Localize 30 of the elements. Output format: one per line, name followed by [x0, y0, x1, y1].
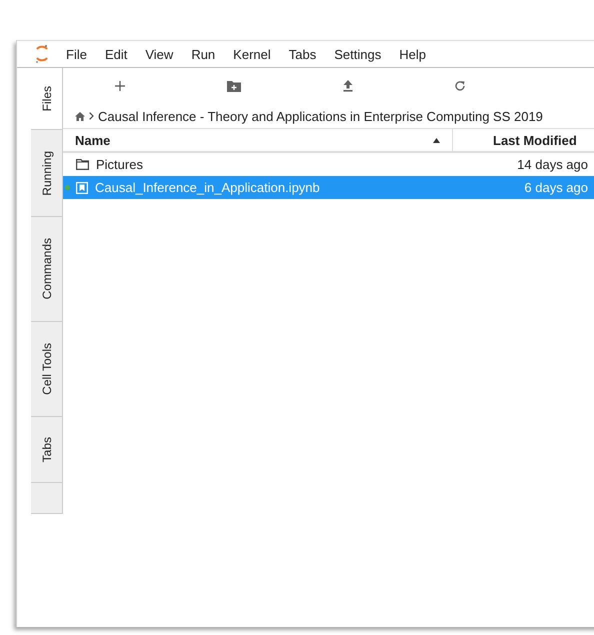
notebook-icon — [76, 182, 88, 194]
sidebar-tab[interactable]: Cell Tools — [31, 322, 62, 417]
sidebar-tab[interactable]: Tabs — [31, 417, 62, 483]
sidebar-tab[interactable]: Commands — [31, 217, 62, 322]
menu-item[interactable]: Tabs — [288, 46, 316, 62]
menu-item[interactable]: Kernel — [233, 46, 271, 62]
folder-icon — [76, 159, 89, 170]
logo-icon — [35, 44, 49, 64]
menu-item[interactable]: Settings — [334, 46, 382, 62]
upload-icon[interactable] — [342, 80, 353, 92]
menu-item[interactable]: File — [66, 46, 87, 62]
menu-item[interactable]: Edit — [104, 46, 128, 62]
plus-icon[interactable] — [114, 80, 126, 92]
sidebar-tab[interactable]: Files — [31, 68, 62, 130]
chevron-right-icon — [89, 112, 94, 120]
new-folder-icon[interactable] — [227, 80, 242, 92]
home-icon[interactable] — [75, 112, 85, 120]
modified-time: 6 days ago — [523, 180, 589, 195]
name-column-header[interactable]: Name — [63, 129, 453, 151]
breadcrumb[interactable]: Causal Inference - Theory and Applications in Enterprise Computing SS 2019 — [98, 108, 543, 124]
menu-item[interactable]: View — [145, 46, 174, 62]
menu-item[interactable]: Help — [399, 46, 426, 62]
modified-time: 14 days ago — [516, 157, 589, 172]
sidebar-tab[interactable]: Running — [31, 130, 62, 217]
refresh-icon[interactable] — [454, 80, 466, 92]
file-name: Pictures — [96, 157, 144, 172]
sort-ascending-icon — [433, 138, 440, 142]
modified-column-header[interactable]: Last Modified — [453, 129, 577, 151]
file-name: Causal_Inference_in_Application.ipynb — [95, 180, 321, 195]
menu-item[interactable]: Run — [191, 46, 216, 62]
